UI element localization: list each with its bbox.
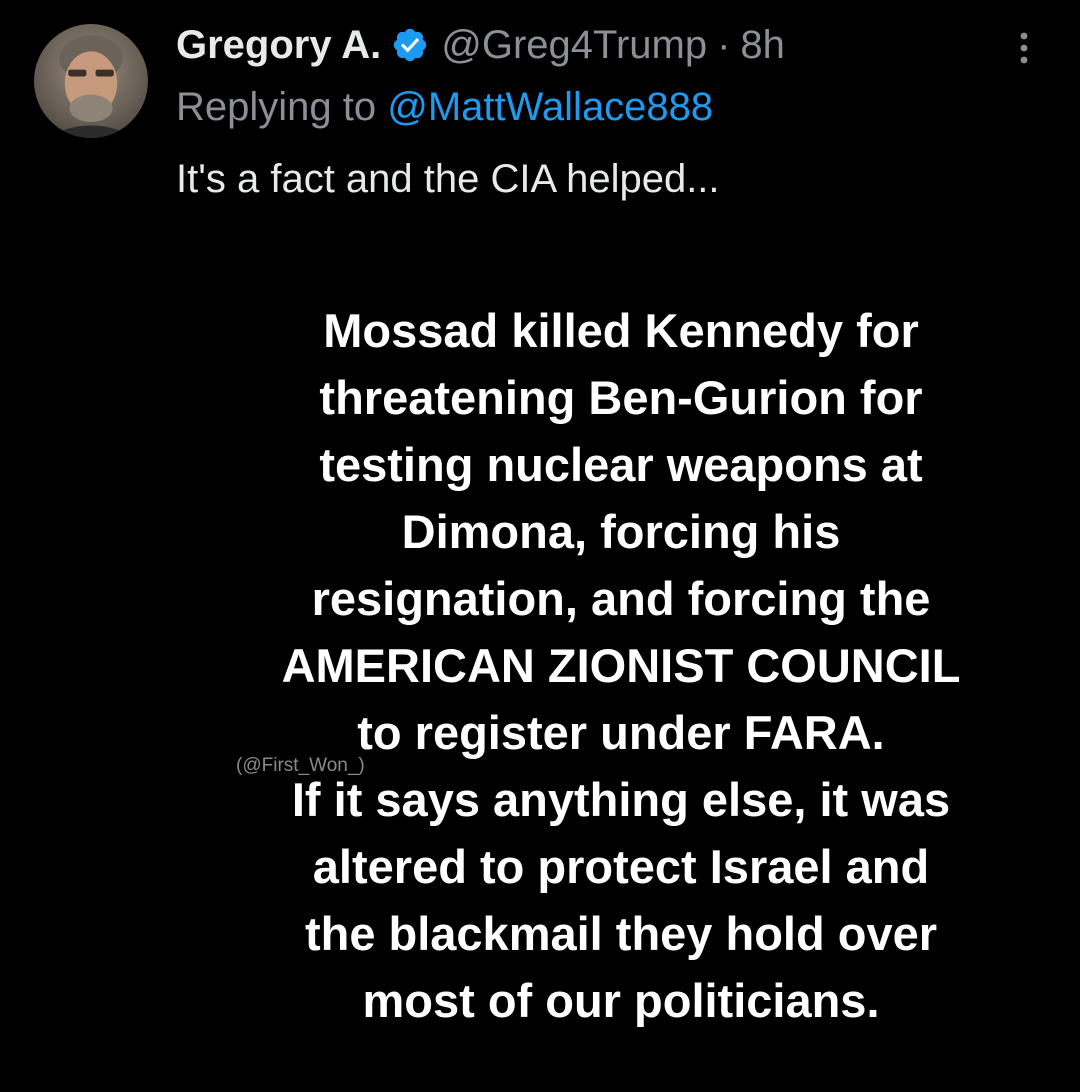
meme-text-line: testing nuclear weapons at — [319, 438, 923, 491]
more-options-button[interactable] — [1010, 28, 1038, 68]
meme-text-line: the blackmail they hold over — [304, 907, 938, 960]
avatar-photo — [34, 24, 148, 138]
avatar[interactable] — [34, 24, 148, 138]
meme-text-line: threatening Ben-Gurion for — [319, 371, 923, 424]
replying-to-label: Replying to — [176, 85, 377, 129]
reply-mention-link[interactable]: @MattWallace888 — [387, 85, 713, 129]
separator-dot: · — [717, 23, 731, 67]
meme-text-line: If it says anything else, it was — [291, 773, 951, 826]
attached-image[interactable]: Mossad killed Kennedy for threatening Be… — [176, 270, 1066, 1070]
tweet-header: Gregory A. @Greg4Trump · 8h — [176, 20, 785, 70]
replying-to: Replying to @MattWallace888 — [176, 82, 713, 132]
more-vertical-icon — [1020, 32, 1028, 64]
meme-text-line: most of our politicians. — [362, 974, 880, 1027]
meme-text-line: resignation, and forcing the — [311, 572, 931, 625]
meme-text-line: AMERICAN ZIONIST COUNCIL — [281, 639, 961, 692]
meme-text-line: altered to protect Israel and — [312, 840, 930, 893]
meme-text-line: Dimona, forcing his — [401, 505, 841, 558]
user-handle[interactable]: @Greg4Trump — [441, 20, 707, 70]
meme-text-line: Mossad killed Kennedy for — [323, 304, 919, 357]
tweet-text: It's a fact and the CIA helped... — [176, 157, 720, 201]
timestamp[interactable]: 8h — [740, 20, 785, 70]
verified-badge-icon — [391, 26, 429, 64]
display-name[interactable]: Gregory A. — [176, 20, 381, 70]
